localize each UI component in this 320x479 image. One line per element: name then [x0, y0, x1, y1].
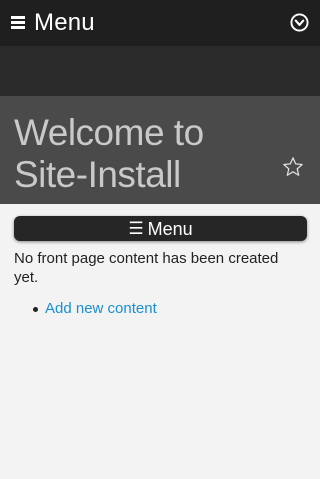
empty-front-page-message: No front page content has been created y… — [14, 250, 279, 286]
top-bar: Menu — [0, 0, 320, 46]
secondary-bar — [0, 46, 320, 96]
list-item: Add new content — [31, 299, 306, 318]
link-list: Add new content — [14, 299, 306, 318]
hamburger-icon[interactable] — [11, 16, 25, 29]
site-title: Welcome to Site-Install — [14, 112, 204, 195]
bullet — [33, 307, 38, 312]
site-header: Welcome to Site-Install — [0, 96, 320, 204]
chevron-down-circle-icon[interactable] — [290, 13, 309, 32]
star-outline-icon[interactable] — [282, 156, 304, 178]
add-new-content-link[interactable]: Add new content — [45, 300, 157, 317]
main-content: No front page content has been created y… — [14, 249, 306, 318]
menu-button[interactable]: ☰ Menu — [14, 216, 307, 241]
menu-icon: ☰ — [128, 218, 144, 238]
top-bar-title[interactable]: Menu — [34, 9, 95, 37]
menu-button-label: Menu — [147, 218, 193, 239]
